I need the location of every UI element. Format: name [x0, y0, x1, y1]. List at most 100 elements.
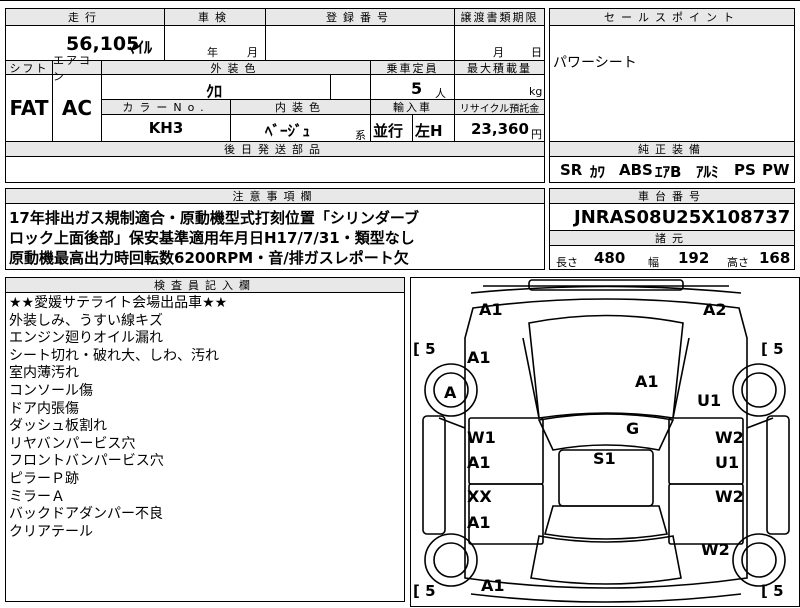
mark-rear-left-door-1: XX: [467, 487, 492, 506]
damage-diagram: A1 A2 A1 A A1 U1 G S1 W1 A1 W2 U1 XX A1 …: [410, 277, 800, 607]
height-value: 168: [759, 249, 791, 267]
mark-front-right-door-2: U1: [715, 453, 740, 472]
mileage-unit: ﾏｲﾙ: [128, 38, 153, 57]
sales-point-text: パワーシート: [553, 55, 637, 71]
height-label: 高さ: [727, 256, 749, 269]
later-parts-header: 後日発送部品: [5, 141, 545, 157]
color-no-header: カラーNo.: [101, 99, 231, 115]
shift-header: シフト: [5, 60, 53, 75]
mark-front-right-fender: U1: [697, 391, 722, 410]
inspector-line: ドア内張傷: [9, 400, 79, 417]
recycle-header: リサイクル預託金: [454, 99, 545, 115]
ac-value: AC: [52, 74, 102, 142]
mark-roof: S1: [593, 449, 616, 468]
inspector-line: 外装しみ、うすい線キズ: [9, 312, 163, 329]
capacity-cell: 5 人: [370, 74, 455, 100]
equipment-abs: ABS: [619, 161, 653, 179]
color-no-value: KH3: [101, 114, 231, 142]
max-load-header: 最大積載量: [454, 60, 545, 75]
equipment-alloy: ｱﾙﾐ: [696, 163, 719, 181]
mark-rear-left-bumper: A1: [481, 576, 505, 595]
caution-header: 注意事項欄: [5, 188, 545, 204]
width-label: 幅: [648, 256, 659, 269]
inspection-header: 車検: [164, 8, 266, 26]
import-header: 輸入車: [370, 99, 455, 115]
later-parts-cell: [5, 156, 545, 183]
transfer-cell: 月 日: [454, 25, 545, 61]
equipment-sr: SR: [560, 161, 583, 179]
max-load-unit: kg: [529, 85, 543, 98]
mark-front-right-door-1: W2: [715, 428, 744, 447]
chassis-value: JNRAS08U25X108737: [574, 207, 791, 228]
sales-point-header: セールスポイント: [549, 8, 795, 26]
caution-cell: 17年排出ガス規制適合・原動機型式打刻位置「シリンダーブ ロック上面後部」保安基…: [5, 203, 545, 270]
inspector-cell: ★★愛媛サテライト会場出品車★★ 外装しみ、うすい線キズ エンジン廻りオイル漏れ シー…: [5, 292, 405, 602]
recycle-cell: 23,360 円: [454, 114, 545, 142]
inspector-line: クリアテール: [9, 523, 93, 540]
recycle-unit: 円: [531, 128, 542, 141]
inspector-line: ピラーＰ跡: [9, 470, 79, 487]
mark-front-left-fender: A1: [467, 348, 491, 367]
ac-header: エアコン: [52, 54, 102, 83]
transfer-header: 譲渡書類期限: [454, 8, 545, 26]
transfer-month-unit: 月: [493, 46, 504, 59]
mark-rear-left-door-2: A1: [467, 513, 491, 532]
sales-point-cell: パワーシート: [549, 25, 795, 155]
inspector-line: バックドアダンパー不良: [9, 506, 163, 523]
import-cell: 並行 左H: [370, 114, 455, 142]
import-value-2: 左H: [415, 122, 443, 140]
inspector-line: ミラーＡ: [9, 488, 65, 505]
length-value: 480: [594, 249, 626, 267]
chassis-cell: JNRAS08U25X108737: [549, 203, 795, 231]
inspector-line: コンソール傷: [9, 382, 93, 399]
inspector-line: フロントバンパービス穴: [9, 453, 164, 470]
inspector-line: 室内薄汚れ: [9, 365, 79, 382]
capacity-value: 5: [411, 79, 423, 98]
inspector-line: シート切れ・破れ大、しわ、汚れ: [9, 347, 219, 364]
mark-rear-right-door: W2: [715, 487, 744, 506]
equipment-leather: ｶﾜ: [590, 163, 606, 181]
import-value-1: 並行: [373, 122, 404, 140]
plate-cell: [265, 25, 455, 61]
tire-left-bottom: [ 5: [413, 582, 436, 600]
exterior-color-cell: ｸﾛ: [101, 74, 371, 101]
transfer-day-unit: 日: [531, 46, 542, 59]
caution-line-3: 原動機最高出力時回転数6200RPM・音/排ガスレポート欠: [9, 249, 409, 267]
standard-equipment-header: 純正装備: [549, 141, 795, 157]
inspector-line: リヤバンパービス穴: [9, 435, 136, 452]
mark-front-left-wheel: A: [444, 383, 457, 402]
interior-color-cell: ﾍﾞｰｼﾞｭ 系: [230, 114, 371, 142]
dimensions-cell: 長さ 480 幅 192 高さ 168: [549, 245, 795, 270]
inspector-header: 検査員記入欄: [5, 277, 405, 293]
mark-rear-right-quarter: W2: [701, 540, 730, 559]
tire-right-bottom: [ 5: [761, 582, 784, 600]
standard-equipment-cell: SR ｶﾜ ABS ｴｱB ｱﾙﾐ PS PW: [549, 156, 795, 183]
chassis-header: 車台番号: [549, 188, 795, 204]
capacity-header: 乗車定員: [370, 60, 455, 75]
mark-front-left-door-1: W1: [467, 428, 496, 447]
length-label: 長さ: [556, 256, 578, 269]
equipment-airbag: ｴｱB: [655, 163, 682, 181]
mark-hood: A1: [635, 372, 659, 391]
inspector-line: エンジン廻りオイル漏れ: [9, 330, 163, 347]
tire-right-top: [ 5: [761, 340, 784, 358]
recycle-value: 23,360: [471, 120, 529, 138]
interior-color-header: 内装色: [230, 99, 371, 115]
mark-windshield: G: [626, 419, 640, 438]
max-load-cell: kg: [454, 74, 545, 100]
inspection-cell: 年 月: [164, 25, 266, 61]
width-value: 192: [678, 249, 710, 267]
inspector-line: ダッシュ板割れ: [9, 418, 107, 435]
tire-left-top: [ 5: [413, 340, 436, 358]
caution-line-1: 17年排出ガス規制適合・原動機型式打刻位置「シリンダーブ: [9, 209, 419, 227]
mark-front-left-bumper: A1: [479, 300, 503, 319]
exterior-color-header: 外装色: [101, 60, 371, 75]
equipment-ps: PS: [734, 161, 756, 179]
inspector-line: ★★愛媛サテライト会場出品車★★: [9, 295, 228, 311]
plate-header: 登録番号: [265, 8, 455, 26]
mark-front-right-bumper: A2: [703, 300, 727, 319]
inspection-month-unit: 月: [247, 46, 258, 59]
inspection-year-unit: 年: [207, 46, 218, 59]
caution-line-2: ロック上面後部」保安基準適用年月日H17/7/31・類型なし: [9, 229, 415, 247]
dimensions-header: 諸元: [549, 230, 795, 246]
